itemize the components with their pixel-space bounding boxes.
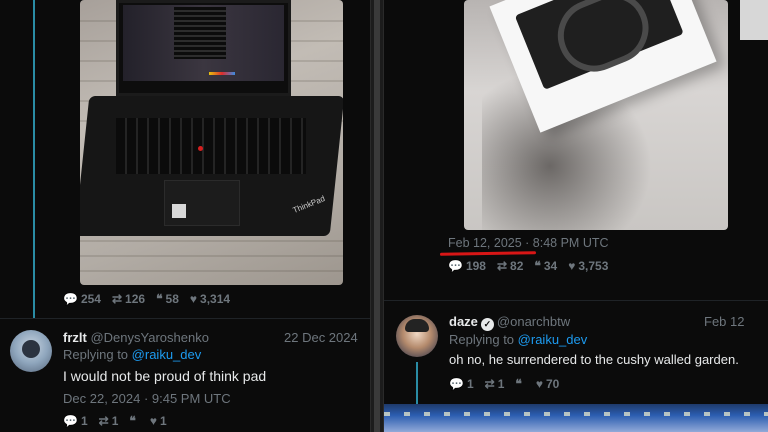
reply-count[interactable]: 💬 1 bbox=[63, 414, 88, 428]
quote-count[interactable]: ❝ 58 bbox=[156, 292, 179, 306]
laptop-screen bbox=[116, 0, 291, 96]
retweet-count[interactable]: ⇄ 1 bbox=[99, 414, 119, 428]
reply-count[interactable]: 💬 254 bbox=[63, 292, 101, 306]
replying-to: Replying to @raiku_dev bbox=[449, 332, 588, 347]
speech-bubble-icon: 💬 bbox=[448, 259, 463, 273]
reply-count[interactable]: 💬 198 bbox=[448, 259, 486, 273]
divider-line bbox=[384, 300, 768, 301]
laptop-keyboard bbox=[116, 118, 306, 174]
reply-text: oh no, he surrendered to the cushy walle… bbox=[449, 352, 739, 367]
like-count[interactable]: ♥ 3,753 bbox=[568, 259, 608, 273]
reply-header: frzlt @DenysYaroshenko bbox=[63, 330, 209, 345]
reply-stats: 💬 1 ⇄ 1 ❝ ♥ 1 bbox=[63, 414, 167, 428]
retweet-count[interactable]: ⇄ 82 bbox=[497, 259, 523, 273]
like-count[interactable]: ♥ 1 bbox=[150, 414, 167, 428]
reply-text: I would not be proud of think pad bbox=[63, 368, 267, 384]
user-handle[interactable]: @onarchbtw bbox=[497, 314, 570, 329]
reply-header: daze ✓ @onarchbtw bbox=[449, 314, 570, 331]
retweet-icon: ⇄ bbox=[484, 377, 495, 391]
like-count[interactable]: ♥ 70 bbox=[536, 377, 559, 391]
reply-date[interactable]: 22 Dec 2024 bbox=[284, 330, 358, 345]
thread-line-reply bbox=[416, 362, 418, 406]
tweet-photo-laptop[interactable]: ThinkPad bbox=[80, 0, 343, 285]
heart-icon: ♥ bbox=[149, 414, 157, 428]
reply-stats: 💬 1 ⇄ 1 ❝ ♥ 70 bbox=[449, 377, 559, 391]
avatar[interactable] bbox=[10, 330, 52, 372]
display-name[interactable]: daze bbox=[449, 314, 478, 329]
quote-count[interactable]: ❝ bbox=[129, 414, 138, 428]
heart-icon: ♥ bbox=[535, 377, 543, 391]
retweet-count[interactable]: ⇄ 1 bbox=[485, 377, 505, 391]
tweet-stats: 💬 254 ⇄ 126 ❝ 58 ♥ 3,314 bbox=[63, 292, 230, 306]
reply-date[interactable]: Feb 12 bbox=[704, 314, 744, 329]
thread-line bbox=[33, 0, 35, 318]
mention-link[interactable]: @raiku_dev bbox=[518, 332, 588, 347]
quote-count[interactable]: ❝ bbox=[515, 377, 524, 391]
quote-icon: ❝ bbox=[156, 292, 163, 306]
quote-icon: ❝ bbox=[534, 259, 541, 273]
verified-badge-icon: ✓ bbox=[480, 318, 494, 331]
retweet-icon: ⇄ bbox=[496, 259, 508, 273]
heart-icon: ♥ bbox=[568, 259, 576, 273]
laptop-sticker bbox=[172, 204, 186, 218]
heart-icon: ♥ bbox=[189, 292, 198, 306]
trackpoint bbox=[198, 146, 203, 151]
reply-count[interactable]: 💬 1 bbox=[449, 377, 474, 391]
speech-bubble-icon: 💬 bbox=[449, 377, 464, 391]
quote-count[interactable]: ❝ 34 bbox=[534, 259, 557, 273]
image-edge bbox=[740, 0, 768, 40]
speech-bubble-icon: 💬 bbox=[63, 414, 78, 428]
retweet-count[interactable]: ⇄ 126 bbox=[112, 292, 145, 306]
like-count[interactable]: ♥ 3,314 bbox=[190, 292, 230, 306]
display-name[interactable]: frzlt bbox=[63, 330, 87, 345]
retweet-icon: ⇄ bbox=[98, 414, 109, 428]
tweet-photo-macbook-box[interactable] bbox=[464, 0, 728, 230]
quote-icon: ❝ bbox=[515, 377, 522, 391]
scrollbar[interactable] bbox=[374, 0, 380, 432]
mention-link[interactable]: @raiku_dev bbox=[132, 347, 202, 362]
replying-to: Replying to @raiku_dev bbox=[63, 347, 202, 362]
user-handle[interactable]: @DenysYaroshenko bbox=[90, 330, 208, 345]
reply-timestamp[interactable]: Dec 22, 2024 · 9:45 PM UTC bbox=[63, 391, 231, 406]
divider-line bbox=[0, 318, 370, 319]
retweet-icon: ⇄ bbox=[111, 292, 123, 306]
laptop-touchpad bbox=[164, 180, 240, 226]
quote-icon: ❝ bbox=[129, 414, 136, 428]
speech-bubble-icon: 💬 bbox=[63, 292, 78, 306]
next-tweet-image-preview[interactable] bbox=[384, 404, 768, 432]
tweet-stats: 💬 198 ⇄ 82 ❝ 34 ♥ 3,753 bbox=[448, 259, 608, 273]
tweet-timestamp[interactable]: Feb 12, 2025 · 8:48 PM UTC bbox=[448, 236, 609, 250]
avatar[interactable] bbox=[396, 315, 438, 357]
